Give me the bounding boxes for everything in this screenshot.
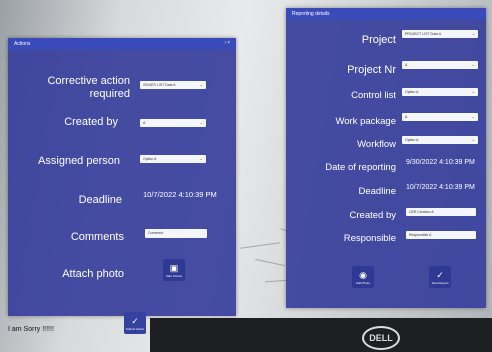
panel-window-icons[interactable]: › × [224,40,230,46]
corrective-action-value: ISSUES LIST Data A [143,83,176,87]
take-picture-label: Take Picture [165,273,183,278]
control-list-value: Option A [405,90,419,94]
corrective-action-label: Corrective action required [47,75,130,100]
work-package-label: Work package [335,116,396,127]
checkmark-icon: ✓ [436,269,444,280]
assigned-person-label: Assigned person [38,155,120,167]
chevron-down-icon: ⌄ [199,156,203,161]
add-photo-button[interactable]: ◉ Add Photo [352,266,374,288]
send-report-label: Send Report [431,280,449,285]
comments-input[interactable]: Comment [145,229,207,238]
corrective-action-dropdown[interactable]: ISSUES LIST Data A ⌄ [140,81,206,89]
submit-action-label: Submit Action [125,326,145,331]
workflow-dropdown[interactable]: Option A ⌄ [402,136,478,144]
reporting-deadline-value: 10/7/2022 4:10:39 PM [406,184,475,191]
actions-panel-title: Actions [14,41,31,47]
control-list-dropdown[interactable]: Option A ⌄ [402,88,478,96]
workflow-label: Workflow [357,139,396,150]
workflow-value: Option A [405,138,419,142]
reporting-created-by-field[interactable]: USR Creation A [406,208,476,216]
checkmark-icon: ✓ [131,315,139,326]
submit-action-button[interactable]: ✓ Submit Action [124,312,146,334]
send-report-button[interactable]: ✓ Send Report [429,266,451,288]
monitor-bezel [150,318,492,352]
chevron-down-icon: ⌄ [471,89,475,94]
project-nr-dropdown[interactable]: A ⌄ [402,61,478,69]
reporting-panel-header: Reporting details [286,8,486,20]
take-picture-button[interactable]: ▣ Take Picture [163,259,185,281]
reporting-deadline-label: Deadline [358,186,397,197]
comments-label: Comments [70,231,124,243]
camera-icon: ▣ [169,262,179,273]
responsible-label: Responsible [343,233,396,244]
project-label: Project [361,34,396,46]
camera-icon: ◉ [359,269,367,280]
reporting-panel-title: Reporting details [292,11,330,17]
caption-text: I am Sorry !!!!!! [8,326,54,333]
assigned-person-value: Option A [143,157,157,161]
date-of-reporting-value: 9/30/2022 4:10:39 PM [406,159,475,166]
work-package-value: A [405,115,408,119]
created-by-dropdown[interactable]: A ⌄ [140,119,206,127]
work-package-dropdown[interactable]: A ⌄ [402,113,478,121]
chevron-down-icon: ⌄ [199,120,203,125]
date-of-reporting-label: Date of reporting [325,162,396,173]
project-value: PROJECT LIST Data A [405,32,442,36]
actions-panel-header: Actions › × [8,38,236,50]
deadline-label: Deadline [78,194,122,206]
assigned-person-dropdown[interactable]: Option A ⌄ [140,155,206,163]
control-list-label: Control list [351,90,396,101]
chevron-down-icon: ⌄ [471,114,475,119]
created-by-label: Created by [64,116,118,128]
dell-logo: DELL [362,326,400,350]
chevron-down-icon: ⌄ [471,137,475,142]
project-dropdown[interactable]: PROJECT LIST Data A ⌄ [402,30,478,38]
reporting-created-by-label: Created by [349,210,396,221]
deadline-value: 10/7/2022 4:10:39 PM [143,190,217,199]
chevron-down-icon: ⌄ [471,62,475,67]
actions-panel: Actions › × Corrective action required I… [8,38,236,334]
chevron-down-icon: ⌄ [471,31,475,36]
chevron-down-icon: ⌄ [199,82,203,87]
add-photo-label: Add Photo [355,280,370,285]
project-nr-label: Project Nr [347,64,396,76]
reporting-details-panel: Reporting details Project PROJECT LIST D… [286,8,486,308]
created-by-value: A [143,121,146,125]
responsible-field[interactable]: Responsible A [406,231,476,239]
attach-photo-label: Attach photo [62,268,124,280]
project-nr-value: A [405,63,408,67]
